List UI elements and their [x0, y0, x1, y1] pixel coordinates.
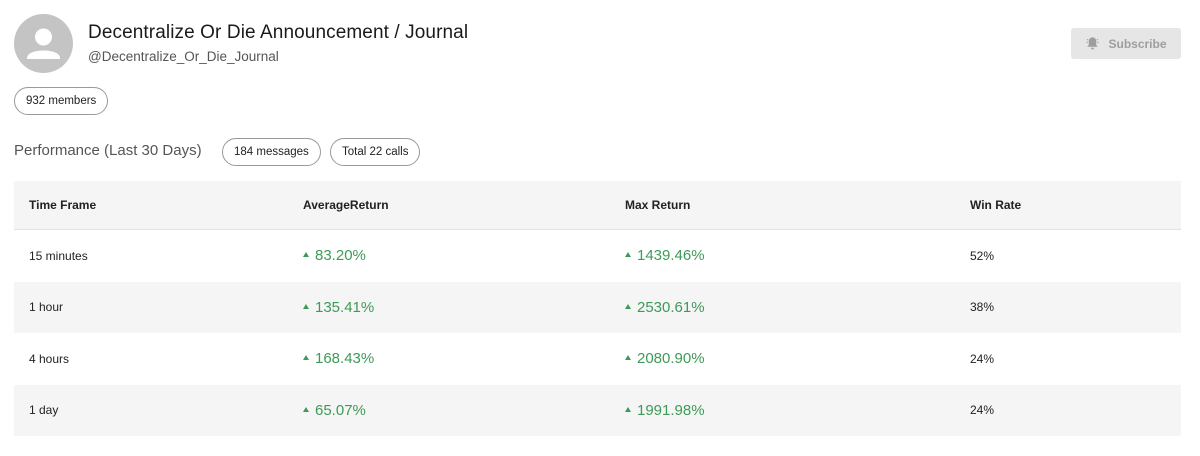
arrow-up-icon — [303, 406, 309, 412]
performance-table: Time Frame AverageReturn Max Return Win … — [14, 181, 1181, 436]
user-silhouette-icon — [27, 28, 60, 59]
table-header-row: Time Frame AverageReturn Max Return Win … — [14, 181, 1181, 230]
channel-title: Decentralize Or Die Announcement / Journ… — [88, 21, 469, 43]
arrow-up-icon — [303, 303, 309, 309]
average-return-value: 83.20% — [315, 247, 366, 265]
max-return-cell: 1991.98% — [625, 402, 705, 419]
time-frame-cell: 4 hours — [29, 351, 70, 366]
average-return-cell: 135.41% — [303, 299, 374, 316]
members-count-badge: 932 members — [14, 87, 109, 115]
table-row: 1 day 65.07% 1991.98% 24% — [14, 384, 1181, 436]
arrow-up-icon — [625, 303, 631, 309]
messages-count-badge: 184 messages — [222, 138, 321, 166]
win-rate-cell: 38% — [970, 300, 995, 315]
header-time-frame: Time Frame — [29, 198, 97, 212]
time-frame-cell: 15 minutes — [29, 248, 88, 263]
win-rate-cell: 24% — [970, 403, 995, 418]
channel-title-block: Decentralize Or Die Announcement / Journ… — [88, 22, 468, 64]
arrow-up-icon — [625, 252, 631, 258]
table-row: 1 hour 135.41% 2530.61% 38% — [14, 281, 1181, 333]
arrow-up-icon — [303, 355, 309, 361]
subscribe-label: Subscribe — [1108, 36, 1167, 51]
performance-title: Performance (Last 30 Days) — [14, 142, 202, 159]
calls-count-badge: Total 22 calls — [330, 138, 421, 166]
header-max-return: Max Return — [625, 198, 691, 212]
average-return-value: 65.07% — [315, 401, 366, 419]
table-row: 15 minutes 83.20% 1439.46% 52% — [14, 230, 1181, 282]
bell-icon — [1086, 37, 1100, 50]
table-row: 4 hours 168.43% 2080.90% 24% — [14, 333, 1181, 385]
max-return-cell: 2080.90% — [625, 350, 705, 367]
max-return-cell: 2530.61% — [625, 299, 705, 316]
average-return-value: 168.43% — [315, 350, 375, 368]
max-return-value: 2080.90% — [637, 350, 705, 368]
max-return-value: 1439.46% — [637, 247, 705, 265]
max-return-value: 1991.98% — [637, 401, 705, 419]
subscribe-button[interactable]: Subscribe — [1071, 28, 1181, 59]
time-frame-cell: 1 hour — [29, 300, 64, 315]
average-return-cell: 65.07% — [303, 402, 366, 419]
win-rate-cell: 52% — [970, 248, 995, 263]
arrow-up-icon — [303, 252, 309, 258]
max-return-value: 2530.61% — [637, 298, 705, 316]
header-average-return: AverageReturn — [303, 198, 389, 212]
arrow-up-icon — [625, 355, 631, 361]
average-return-value: 135.41% — [315, 298, 375, 316]
average-return-cell: 168.43% — [303, 350, 374, 367]
average-return-cell: 83.20% — [303, 247, 366, 264]
max-return-cell: 1439.46% — [625, 247, 705, 264]
channel-handle: @Decentralize_Or_Die_Journal — [88, 48, 279, 64]
header-win-rate: Win Rate — [970, 198, 1022, 212]
arrow-up-icon — [625, 406, 631, 412]
channel-header: Decentralize Or Die Announcement / Journ… — [14, 14, 468, 73]
win-rate-cell: 24% — [970, 351, 995, 366]
time-frame-cell: 1 day — [29, 403, 59, 418]
channel-avatar[interactable] — [14, 14, 73, 73]
